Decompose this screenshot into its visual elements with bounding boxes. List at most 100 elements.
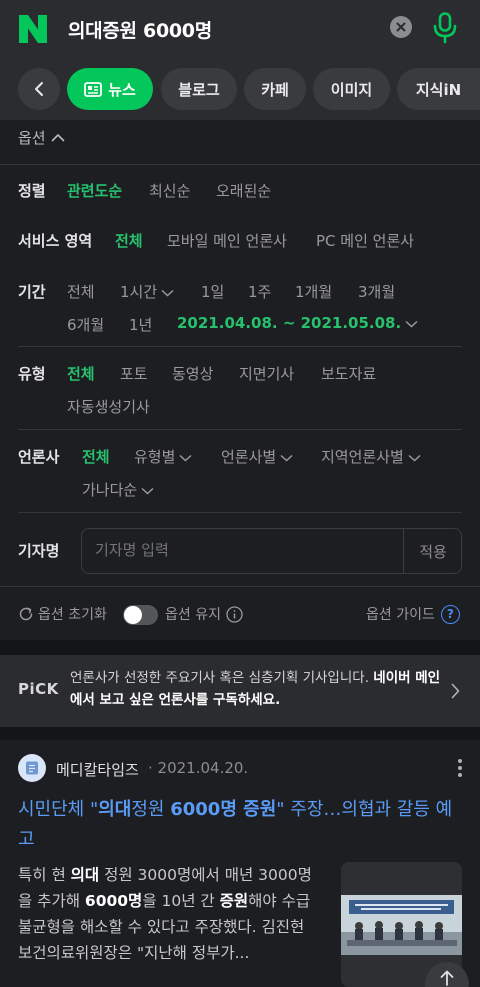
chevron-down-icon	[280, 454, 293, 462]
period-1hour-label: 1시간	[120, 283, 158, 301]
service-label: 서비스 영역	[18, 232, 93, 250]
period-6months[interactable]: 6개월	[67, 314, 104, 335]
chevron-down-icon	[408, 454, 421, 462]
document-icon	[26, 761, 38, 775]
divider	[0, 164, 480, 165]
period-range-label: 2021.04.08. ~ 2021.05.08.	[177, 314, 402, 332]
pick-text-plain: 언론사가 선정한 주요기사 혹은 심층기획 기사입니다.	[70, 670, 374, 686]
press-by-type-label: 유형별	[134, 448, 176, 466]
chevron-down-icon	[179, 454, 192, 462]
service-mobile-main[interactable]: 모바일 메인 언론사	[167, 230, 287, 251]
press-by-region[interactable]: 지역언론사별	[321, 446, 421, 467]
tab-kin[interactable]: 지식iN	[397, 68, 480, 110]
options-reset-button[interactable]: 옵션 초기화	[18, 604, 107, 624]
article-snippet[interactable]: 특히 현 의대 정원 3000명에서 매년 3000명을 추가해 6000명을 …	[18, 862, 323, 968]
period-all[interactable]: 전체	[67, 281, 95, 302]
press-all[interactable]: 전체	[82, 446, 110, 467]
pick-description: 언론사가 선정한 주요기사 혹은 심층기획 기사입니다. 네이버 메인에서 보고…	[70, 667, 442, 711]
chevron-left-icon	[35, 82, 43, 96]
tab-news[interactable]: 뉴스	[67, 68, 153, 110]
tab-news-label: 뉴스	[108, 80, 136, 99]
divider	[18, 429, 462, 430]
section-gap	[0, 640, 480, 655]
period-3months[interactable]: 3개월	[358, 281, 395, 302]
service-all[interactable]: 전체	[115, 230, 143, 251]
title-part: 정원	[131, 799, 171, 820]
newspaper-icon	[84, 81, 103, 97]
press-by-outlet-label: 언론사별	[221, 448, 277, 466]
tab-blog[interactable]: 블로그	[161, 68, 237, 110]
sort-label: 정렬	[18, 182, 46, 200]
snippet-highlight: 의대	[70, 866, 100, 884]
reporter-label: 기자명	[18, 542, 60, 560]
options-keep-label: 옵션 유지	[165, 607, 221, 623]
help-icon: ?	[440, 604, 460, 624]
section-gap	[0, 727, 480, 740]
pick-logo: PiCK	[18, 680, 59, 698]
snippet-highlight: 증원	[219, 892, 249, 910]
period-custom-range[interactable]: 2021.04.08. ~ 2021.05.08.	[177, 314, 418, 332]
reporter-search-box: 적용	[81, 528, 462, 574]
naver-logo[interactable]	[18, 14, 48, 44]
pick-banner[interactable]: PiCK 언론사가 선정한 주요기사 혹은 심층기획 기사입니다. 네이버 메인…	[0, 655, 480, 727]
reporter-apply-button[interactable]: 적용	[404, 529, 462, 573]
sort-latest[interactable]: 최신순	[149, 180, 190, 201]
options-reset-label: 옵션 초기화	[38, 607, 107, 623]
type-video[interactable]: 동영상	[172, 363, 213, 384]
options-toggle-label: 옵션	[18, 129, 46, 147]
more-options-icon[interactable]	[452, 757, 468, 779]
options-guide-link[interactable]: 옵션 가이드 ?	[366, 604, 460, 624]
press-by-type[interactable]: 유형별	[134, 446, 192, 467]
period-1year[interactable]: 1년	[129, 314, 152, 335]
search-tabs: 뉴스 블로그 카페 이미지 지식iN	[0, 58, 480, 120]
title-highlight: 6000명 증원	[170, 799, 277, 820]
sort-oldest[interactable]: 오래된순	[216, 180, 271, 201]
chevron-down-icon	[141, 487, 154, 495]
service-pc-main[interactable]: PC 메인 언론사	[316, 230, 414, 251]
snippet-highlight: 6000명	[84, 892, 143, 910]
press-alphabetical[interactable]: 가나다순	[82, 479, 154, 500]
type-all[interactable]: 전체	[67, 363, 95, 384]
options-keep-toggle[interactable]	[123, 605, 158, 625]
tab-image[interactable]: 이미지	[313, 68, 390, 110]
period-label: 기간	[18, 283, 46, 301]
chevron-up-icon	[51, 134, 64, 142]
article-date: · 2021.04.20.	[148, 759, 249, 777]
divider	[0, 586, 480, 587]
info-icon[interactable]	[226, 605, 243, 623]
options-guide-label: 옵션 가이드	[366, 607, 435, 623]
article-title[interactable]: 시민단체 "의대정원 6000명 증원" 주장…의협과 갈등 예고	[18, 795, 468, 855]
type-photo[interactable]: 포토	[120, 363, 148, 384]
microphone-icon[interactable]	[432, 12, 458, 44]
chevron-down-icon	[161, 289, 174, 297]
period-1month[interactable]: 1개월	[295, 281, 332, 302]
title-highlight: 의대	[98, 799, 132, 820]
sort-relevance[interactable]: 관련도순	[67, 180, 122, 201]
close-icon	[396, 22, 406, 32]
press-logo-icon[interactable]	[18, 754, 46, 782]
divider	[18, 346, 462, 347]
options-toggle[interactable]: 옵션	[18, 127, 65, 148]
clear-search-button[interactable]	[390, 16, 412, 38]
type-print[interactable]: 지면기사	[239, 363, 294, 384]
search-query[interactable]: 의대증원 6000명	[68, 16, 212, 43]
snippet-part: 을 10년 간	[142, 892, 220, 910]
press-alphabetical-label: 가나다순	[82, 481, 138, 499]
tab-cafe[interactable]: 카페	[244, 68, 306, 110]
title-part: 시민단체 "	[18, 799, 99, 820]
type-auto-generated[interactable]: 자동생성기사	[67, 396, 150, 417]
type-press-release[interactable]: 보도자료	[321, 363, 376, 384]
period-1day[interactable]: 1일	[201, 281, 224, 302]
reporter-input[interactable]	[95, 541, 385, 559]
refresh-icon	[19, 607, 33, 621]
period-1hour[interactable]: 1시간	[120, 281, 174, 302]
press-by-outlet[interactable]: 언론사별	[221, 446, 293, 467]
press-name[interactable]: 메디칼타임즈	[56, 759, 139, 780]
press-label: 언론사	[18, 448, 60, 466]
divider	[18, 512, 462, 513]
press-by-region-label: 지역언론사별	[321, 448, 404, 466]
news-article: 메디칼타임즈 · 2021.04.20. 시민단체 "의대정원 6000명 증원…	[0, 740, 480, 987]
period-1week[interactable]: 1주	[248, 281, 271, 302]
tab-back-button[interactable]	[18, 68, 60, 110]
toggle-knob	[124, 606, 142, 624]
